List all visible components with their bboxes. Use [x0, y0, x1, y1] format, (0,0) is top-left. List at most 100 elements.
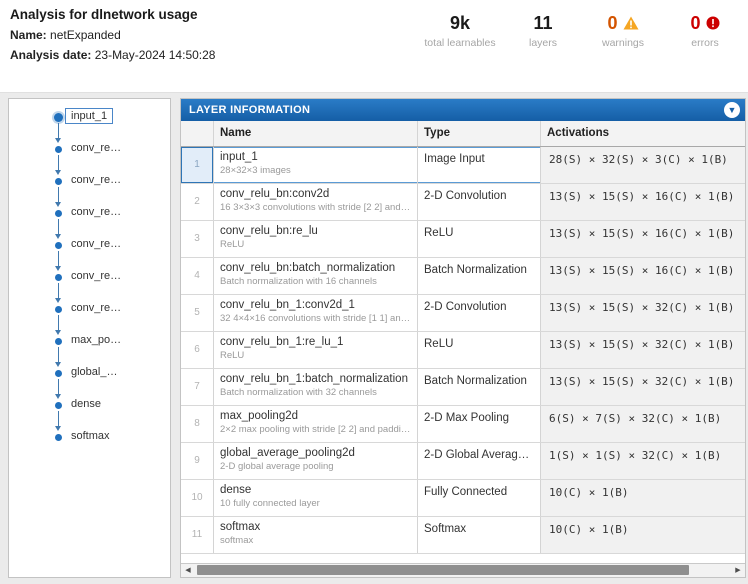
layer-description: 2×2 max pooling with stride [2 2] and pa… — [220, 424, 411, 435]
layer-activations: 13(S) × 15(S) × 32(C) × 1(B) — [541, 332, 745, 368]
layer-description: 32 4×4×16 convolutions with stride [1 1]… — [220, 313, 411, 324]
layer-name-cell: conv_relu_bn:re_lu ReLU — [214, 221, 418, 257]
scrollbar-thumb[interactable] — [197, 565, 689, 575]
layer-activations: 10(C) × 1(B) — [541, 517, 745, 553]
graph-node-dot[interactable] — [55, 146, 62, 153]
layer-name-cell: input_1 28×32×3 images — [214, 147, 418, 183]
layer-type: ReLU — [418, 221, 541, 257]
layer-table-row[interactable]: 4 conv_relu_bn:batch_normalization Batch n… — [181, 258, 745, 295]
graph-edge-arrow-icon — [55, 362, 61, 367]
layer-name-cell: conv_relu_bn_1:batch_normalization Batch … — [214, 369, 418, 405]
layer-table-row[interactable]: 10 dense 10 fully connected layer Fully Con… — [181, 480, 745, 517]
layer-name: max_pooling2d — [220, 410, 299, 422]
row-number: 4 — [181, 258, 214, 294]
errors-value: 0 — [690, 13, 701, 33]
graph-node-dot[interactable] — [54, 113, 63, 122]
layer-activations: 13(S) × 15(S) × 16(C) × 1(B) — [541, 221, 745, 257]
graph-edge — [58, 123, 59, 138]
layer-description: ReLU — [220, 239, 245, 250]
name-label: Name: — [10, 28, 47, 42]
layer-description: Batch normalization with 16 channels — [220, 276, 377, 287]
network-name-line: Name: netExpanded — [10, 28, 121, 42]
layer-activations: 13(S) × 15(S) × 16(C) × 1(B) — [541, 258, 745, 294]
graph-node-label[interactable]: conv_re… — [71, 174, 121, 186]
stat-errors: 0 errors — [668, 12, 742, 49]
total-learnables-value: 9k — [449, 13, 471, 33]
layer-name-cell: max_pooling2d 2×2 max pooling with stride… — [214, 406, 418, 442]
layer-table-row[interactable]: 3 conv_relu_bn:re_lu ReLU ReLU 13(S) × 15(S)… — [181, 221, 745, 258]
graph-node-dot[interactable] — [55, 210, 62, 217]
graph-edge-arrow-icon — [55, 234, 61, 239]
scroll-right-button[interactable]: ▶ — [731, 564, 745, 576]
graph-node-label[interactable]: conv_re… — [71, 302, 121, 314]
row-number: 2 — [181, 184, 214, 220]
stat-layers: 11 layers — [508, 12, 578, 49]
layer-activations: 10(C) × 1(B) — [541, 480, 745, 516]
row-number: 8 — [181, 406, 214, 442]
graph-node-dot[interactable] — [55, 370, 62, 377]
graph-edge — [58, 219, 59, 234]
layer-table-row[interactable]: 8 max_pooling2d 2×2 max pooling with strid… — [181, 406, 745, 443]
graph-edge — [58, 187, 59, 202]
layer-type: ReLU — [418, 332, 541, 368]
graph-node-dot[interactable] — [55, 306, 62, 313]
scroll-left-button[interactable]: ◀ — [181, 564, 195, 576]
layer-activations: 1(S) × 1(S) × 32(C) × 1(B) — [541, 443, 745, 479]
graph-edge — [58, 411, 59, 426]
graph-node-label[interactable]: global_… — [71, 366, 117, 378]
horizontal-scrollbar[interactable]: ◀ ▶ — [181, 563, 745, 577]
layer-table-row[interactable]: 9 global_average_pooling2d 2-D global aver… — [181, 443, 745, 480]
layer-type: Fully Connected — [418, 480, 541, 516]
arrow-left-icon: ◀ — [185, 567, 191, 574]
graph-node-dot[interactable] — [55, 274, 62, 281]
graph-node-label[interactable]: conv_re… — [71, 142, 121, 154]
layer-table-row[interactable]: 1 input_1 28×32×3 images Image Input 28(S) ×… — [181, 147, 745, 184]
layers-label: layers — [528, 37, 557, 49]
graph-node-dot[interactable] — [55, 338, 62, 345]
graph-node-dot[interactable] — [55, 242, 62, 249]
stat-total-learnables: 9k total learnables — [412, 12, 508, 49]
stat-warnings: 0 warnings — [578, 12, 668, 49]
column-header-type: Type — [418, 121, 541, 146]
layer-activations: 6(S) × 7(S) × 32(C) × 1(B) — [541, 406, 745, 442]
graph-node-label[interactable]: conv_re… — [71, 238, 121, 250]
graph-node-label[interactable]: dense — [71, 398, 101, 410]
column-header-number — [181, 121, 214, 146]
arrow-right-icon: ▶ — [735, 567, 741, 574]
layer-type: Batch Normalization — [418, 369, 541, 405]
layer-table-row[interactable]: 2 conv_relu_bn:conv2d 16 3×3×3 convolution… — [181, 184, 745, 221]
graph-edge — [58, 347, 59, 362]
layer-name: conv_relu_bn_1:conv2d_1 — [220, 299, 355, 311]
graph-edge — [58, 251, 59, 266]
analysis-date-label: Analysis date: — [10, 48, 92, 62]
layer-name: global_average_pooling2d — [220, 447, 355, 459]
layer-name-cell: conv_relu_bn:batch_normalization Batch no… — [214, 258, 418, 294]
layer-activations: 28(S) × 32(S) × 3(C) × 1(B) — [541, 147, 745, 183]
layer-type: 2-D Max Pooling — [418, 406, 541, 442]
layer-table-row[interactable]: 11 softmax softmax Softmax 10(C) × 1(B) — [181, 517, 745, 554]
workspace: input_1 conv_re… conv_re… conv_re… conv_re… c… — [0, 93, 748, 584]
graph-node-label[interactable]: conv_re… — [71, 270, 121, 282]
graph-edge-arrow-icon — [55, 426, 61, 431]
graph-node-label[interactable]: max_po… — [71, 334, 121, 346]
graph-node-label[interactable]: conv_re… — [71, 206, 121, 218]
layer-type: Softmax — [418, 517, 541, 553]
graph-edge-arrow-icon — [55, 298, 61, 303]
collapse-panel-button[interactable]: ▼ — [724, 102, 740, 118]
graph-node-label[interactable]: input_1 — [65, 108, 114, 124]
graph-node-dot[interactable] — [55, 434, 62, 441]
layer-name: conv_relu_bn_1:re_lu_1 — [220, 336, 344, 348]
graph-edge-arrow-icon — [55, 202, 61, 207]
graph-edge-arrow-icon — [55, 394, 61, 399]
row-number: 11 — [181, 517, 214, 553]
graph-node-label[interactable]: softmax — [71, 430, 110, 442]
layer-table-row[interactable]: 6 conv_relu_bn_1:re_lu_1 ReLU ReLU 13(S) × 1… — [181, 332, 745, 369]
network-graph: input_1 conv_re… conv_re… conv_re… conv_re… c… — [9, 99, 170, 577]
layer-name: input_1 — [220, 151, 258, 163]
layer-description: ReLU — [220, 350, 245, 361]
layer-name-cell: dense 10 fully connected layer — [214, 480, 418, 516]
graph-node-dot[interactable] — [55, 402, 62, 409]
layer-table-row[interactable]: 5 conv_relu_bn_1:conv2d_1 32 4×4×16 convol… — [181, 295, 745, 332]
layer-table-row[interactable]: 7 conv_relu_bn_1:batch_normalization Batch… — [181, 369, 745, 406]
graph-node-dot[interactable] — [55, 178, 62, 185]
